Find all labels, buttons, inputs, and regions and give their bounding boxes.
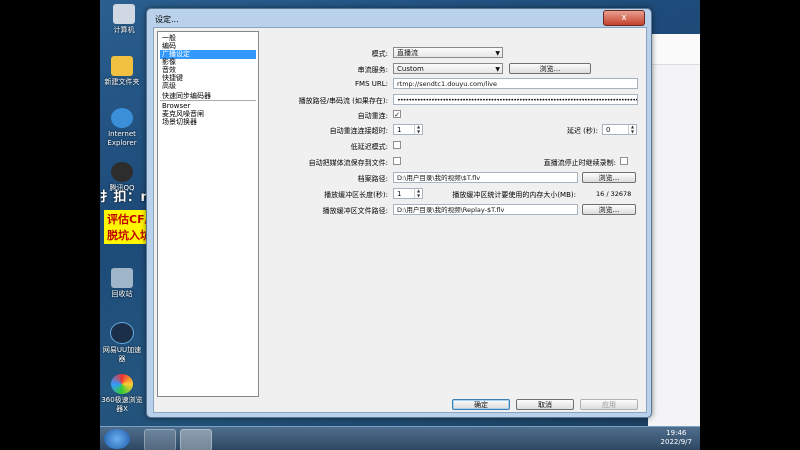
- dialog-client-area: 一般 编码 广播设定 影像 音效 快捷键 高级 快速同步编码器 Browser …: [153, 27, 647, 413]
- ok-button[interactable]: 确定: [452, 399, 510, 410]
- nav-item-quicksync[interactable]: 快速同步编码器: [160, 92, 256, 101]
- low-latency-checkbox[interactable]: [393, 141, 401, 149]
- stream-key-label: 播放路径/串码流 (如果存在):: [298, 97, 388, 105]
- delay-spinbox[interactable]: 0 ▲ ▼: [602, 124, 637, 135]
- replay-memory-value: 16 / 32678: [596, 190, 632, 198]
- cancel-button[interactable]: 取消: [516, 399, 574, 410]
- reconnect-timeout-spinbox[interactable]: 1 ▲ ▼: [393, 124, 423, 135]
- dialog-titlebar[interactable]: 设定... x: [147, 9, 651, 29]
- settings-category-list: 一般 编码 广播设定 影像 音效 快捷键 高级 快速同步编码器 Browser …: [157, 31, 259, 397]
- apply-button[interactable]: 应用: [580, 399, 638, 410]
- dialog-title: 设定...: [155, 15, 179, 24]
- chevron-down-icon: ▼: [495, 50, 500, 57]
- fms-url-label: FMS URL:: [355, 80, 388, 88]
- nav-item-advanced[interactable]: 高级: [160, 82, 256, 91]
- recycle-bin-icon: [111, 268, 133, 288]
- settings-dialog: 设定... x 一般 编码 广播设定 影像 音效 快捷键 高级 快速同步编码器 …: [146, 8, 652, 418]
- system-clock[interactable]: 19:46 2022/9/7: [661, 429, 692, 447]
- file-path-input[interactable]: D:\用户目录\我的视频\$T.flv: [393, 172, 578, 183]
- mode-select[interactable]: 直播流 ▼: [393, 47, 503, 58]
- nav-item-scene-switcher[interactable]: 场景切换器: [160, 118, 256, 127]
- replay-length-value: 1: [397, 190, 402, 198]
- computer-icon: [113, 4, 135, 24]
- spin-arrows-icon[interactable]: ▲ ▼: [628, 124, 636, 134]
- desktop: 计算机 新建文件夹 Internet Explorer 腾讯QQ 回收站 网易U…: [100, 0, 700, 450]
- continue-recording-checkbox[interactable]: [620, 157, 628, 165]
- replay-path-input[interactable]: D:\用户目录\我的视频\Replay-$T.flv: [393, 204, 578, 215]
- taskbar-obs-button[interactable]: [180, 429, 212, 450]
- folder-icon: [111, 56, 133, 76]
- auto-reconnect-checkbox[interactable]: ✓: [393, 110, 401, 119]
- replay-length-label: 播放缓冲区长度(秒):: [324, 191, 388, 199]
- clock-time: 19:46: [666, 429, 687, 437]
- background-browser-window: [648, 34, 700, 426]
- chevron-down-icon: ▼: [495, 66, 500, 73]
- delay-value: 0: [606, 126, 611, 134]
- close-button[interactable]: x: [603, 10, 645, 26]
- delay-label: 延迟 (秒):: [566, 127, 598, 135]
- taskbar-browser-button[interactable]: [144, 429, 176, 450]
- fms-url-input[interactable]: rtmp://sendtc1.douyu.com/live: [393, 78, 638, 89]
- taskbar: 19:46 2022/9/7: [100, 426, 700, 450]
- auto-reconnect-label: 自动重连:: [357, 112, 388, 120]
- penguin-icon: [111, 162, 133, 182]
- replay-memory-label: 播放缓冲区统计要使用的内存大小(MB):: [452, 191, 576, 199]
- file-path-label: 档案路径:: [357, 175, 388, 183]
- desktop-icon-ie[interactable]: Internet Explorer: [100, 108, 144, 148]
- desktop-icon-computer[interactable]: 计算机: [102, 4, 146, 35]
- spin-arrows-icon[interactable]: ▲ ▼: [414, 124, 422, 134]
- start-button[interactable]: [104, 429, 130, 449]
- desktop-icon-uu[interactable]: 网易UU加速器: [100, 322, 144, 364]
- desktop-icon-new-folder[interactable]: 新建文件夹: [100, 56, 144, 87]
- browse-replay-path-button[interactable]: 浏览...: [582, 204, 636, 215]
- browse-service-button[interactable]: 浏览...: [509, 63, 591, 74]
- mode-label: 模式:: [371, 50, 388, 58]
- save-to-file-label: 自动把媒体流保存到文件:: [308, 159, 388, 167]
- reconnect-timeout-label: 自动重连连接超时:: [329, 127, 388, 135]
- background-browser-toolbar: [648, 34, 700, 65]
- continue-recording-label: 直播流停止时继续录制:: [543, 159, 616, 167]
- uu-accelerator-icon: [110, 322, 134, 344]
- desktop-icon-360-browser[interactable]: 360极速浏览器X: [100, 374, 144, 414]
- clock-date: 2022/9/7: [660, 438, 692, 446]
- desktop-icon-recycle-bin[interactable]: 回收站: [100, 268, 144, 299]
- service-select[interactable]: Custom ▼: [393, 63, 503, 74]
- service-select-value: Custom: [397, 65, 424, 73]
- browser-icon: [111, 374, 133, 394]
- internet-explorer-icon: [111, 108, 133, 128]
- low-latency-label: 低延迟模式:: [350, 143, 388, 151]
- replay-path-label: 播放缓冲区文件路径:: [322, 207, 388, 215]
- browse-file-path-button[interactable]: 浏览...: [582, 172, 636, 183]
- reconnect-timeout-value: 1: [397, 126, 402, 134]
- service-label: 串流服务:: [357, 66, 388, 74]
- save-to-file-checkbox[interactable]: [393, 157, 401, 165]
- spin-arrows-icon[interactable]: ▲ ▼: [414, 188, 422, 198]
- replay-length-spinbox[interactable]: 1 ▲ ▼: [393, 188, 423, 199]
- mode-select-value: 直播流: [397, 49, 418, 57]
- stream-key-input[interactable]: ••••••••••••••••••••••••••••••••••••••••…: [393, 94, 638, 105]
